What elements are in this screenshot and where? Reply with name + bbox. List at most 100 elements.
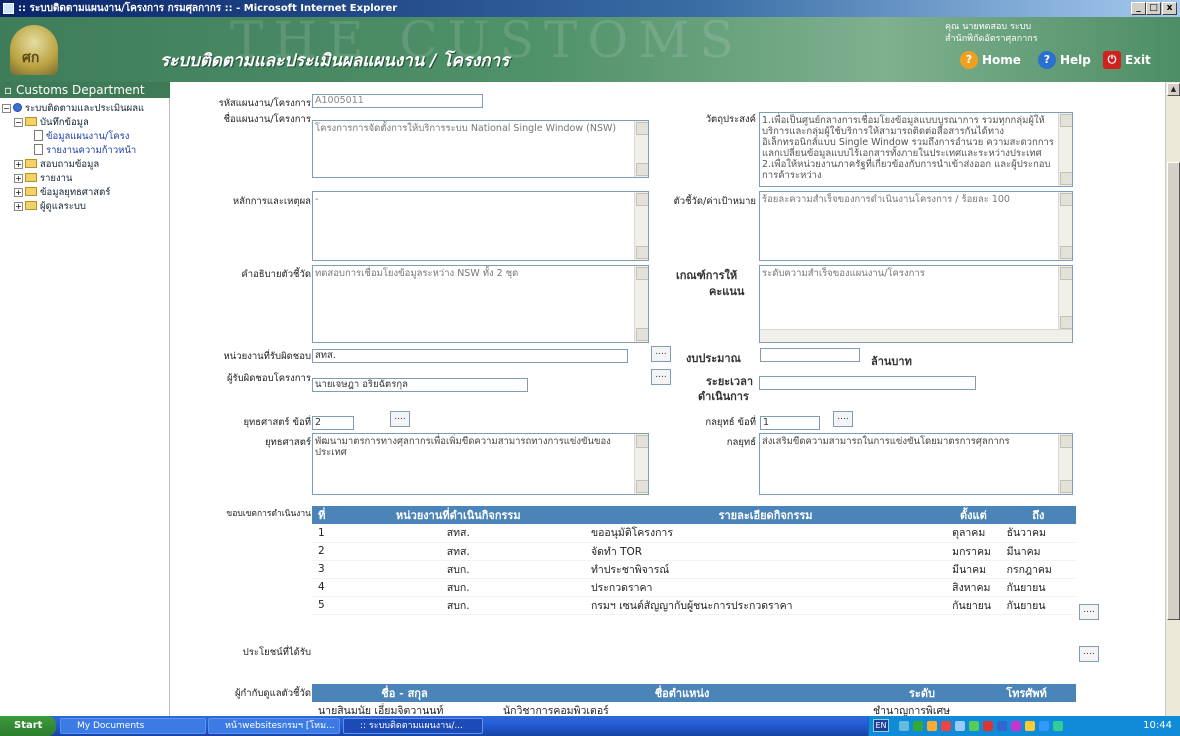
cell-unit: สทส. [331,542,585,561]
window-title: :: ระบบติดตามแผนงาน/โครงการ กรมศุลกากร :… [18,3,398,14]
help-icon: ? [1038,51,1056,69]
benefit-add-button[interactable]: .... [1079,646,1099,662]
responsible-unit-field[interactable]: สทส. [312,349,628,363]
criteria-field[interactable]: ระดับความสำเร็จของแผนงาน/โครงการ [759,265,1073,343]
objective-field[interactable]: 1.เพื่อเป็นศูนย์กลางการเชื่อมโยงข้อมูลแบ… [759,112,1073,187]
scope-table: ที่ หน่วยงานที่ดำเนินกิจกรรม รายละเอียดก… [312,506,1076,615]
cell-phone [977,702,1076,716]
supervisor-label: ผู้กำกับดูแลตัวชี้วัด [234,688,311,699]
tree-item-query[interactable]: + สอบถามข้อมูล [14,157,99,172]
scope-label: ขอบเขตการดำเนินงาน [226,509,311,519]
volume-icon[interactable] [927,721,937,731]
col-phone: โทรศัพท์ [977,684,1076,702]
app-banner: THE CUSTOMS ศก ระบบติดตามและประเมินผลแผน… [0,17,1180,82]
security-icon[interactable] [913,721,923,731]
project-owner-field[interactable]: นายเจษฎา อริยฉัตรกุล [312,378,528,392]
tactic-label: กลยุทธ์ [726,437,756,448]
project-name-field[interactable]: โครงการการจัดตั้งการให้บริการระบบ Nation… [312,120,649,178]
duration-field[interactable] [759,376,976,390]
tactic-field[interactable]: ส่งเสริมขีดความสามารถในการแข่งขันโดยมาตร… [759,433,1073,495]
tree-item-project-data[interactable]: ข้อมูลแผนงาน/โครง [34,129,168,144]
cell-to: ธันวาคม [1000,524,1076,543]
browser-window: :: ระบบติดตามแผนงาน/โครงการ กรมศุลกากร :… [0,0,1180,736]
indicator-desc-field[interactable]: ทดสอบการเชื่อมโยงข้อมูลระหว่าง NSW ทั้ง … [312,265,649,343]
folder-icon [25,173,37,182]
strategy-no-label: ยุทธศาสตร์ ข้อที่ [243,417,311,428]
tree-root[interactable]: − ระบบติดตามและประเมินผลแ [2,101,168,116]
expand-icon[interactable]: + [14,202,23,211]
table-row: 4 สบก. ประกวดราคา สิงหาคม กันยายน [312,578,1076,597]
display-icon[interactable] [955,721,965,731]
textarea-scrollbar[interactable] [634,121,648,177]
responsible-unit-lookup-button[interactable]: .... [651,346,671,362]
page-scrollbar[interactable]: ▲ [1165,82,1180,716]
tree-item-report[interactable]: + รายงาน [14,171,72,186]
cell-from: สิงหาคม [946,578,1001,597]
task-website[interactable]: หน้าwebsitesกรมฯ [โหม... [208,718,340,734]
exit-link[interactable]: ⏻ Exit [1103,51,1151,69]
scroll-thumb[interactable] [1167,162,1180,620]
antivirus-icon[interactable] [941,721,951,731]
task-ie-active[interactable]: :: ระบบติดตามแผนงาน/... [343,718,483,734]
tree-item-admin[interactable]: + ผู้ดูแลระบบ [14,199,86,214]
textarea-hscrollbar[interactable] [760,329,1072,342]
home-icon: ? [960,51,978,69]
maximize-button[interactable]: □ [1146,2,1161,15]
project-code-field[interactable]: A1005011 [312,94,483,108]
textarea-scrollbar[interactable] [1058,192,1072,260]
strategy-lookup-button[interactable]: .... [390,411,410,427]
collapse-icon[interactable]: − [14,118,23,127]
textarea-scrollbar[interactable] [1058,266,1072,330]
update-icon[interactable] [969,721,979,731]
alert-icon[interactable] [983,721,993,731]
home-link[interactable]: ? Home [960,51,1021,69]
tactic-no-field[interactable]: 1 [760,416,820,430]
tree-item-progress-report[interactable]: รายงานความก้าวหน้า [34,143,168,158]
scope-add-button[interactable]: .... [1079,604,1099,620]
expand-icon[interactable]: + [14,188,23,197]
minimize-button[interactable]: _ [1131,2,1146,15]
shield-icon[interactable] [1025,721,1035,731]
cell-detail: ทำประชาพิจารณ์ [584,560,947,579]
cell-detail: ขออนุมัติโครงการ [584,524,947,543]
tree-item-strategy[interactable]: + ข้อมูลยุทธศาสตร์ [14,185,110,200]
lang-indicator[interactable]: EN [873,719,889,732]
project-owner-lookup-button[interactable]: .... [651,369,671,385]
messenger-icon[interactable] [1011,721,1021,731]
cell-level: ชำนาญการพิเศษ [867,702,977,716]
tree-item-record[interactable]: − บันทึกข้อมูล [14,115,89,130]
supervisor-table-header: ชื่อ - สกุล ชื่อตำแหน่ง ระดับ โทรศัพท์ [312,684,1076,702]
network-icon[interactable] [899,721,909,731]
close-button[interactable]: x [1162,2,1177,15]
principle-field[interactable]: - [312,191,649,261]
col-position: ชื่อตำแหน่ง [497,684,867,702]
project-code-label: รหัสแผนงาน/โครงการ [218,98,311,109]
expand-icon[interactable]: + [14,160,23,169]
expand-icon[interactable]: + [14,174,23,183]
budget-field[interactable] [760,348,860,362]
collapse-icon[interactable]: − [2,104,11,113]
user-office: สำนักพิกัดอัตราศุลกากร [945,34,1038,44]
indicator-field[interactable]: ร้อยละความสำเร็จของการดำเนินงานโครงการ /… [759,191,1073,261]
textarea-scrollbar[interactable] [1058,113,1072,186]
textarea-scrollbar[interactable] [1058,434,1072,494]
table-row: นายสินมนัย เอี่ยมจิตวานนท์ นักวิชาการคอมพ… [312,702,1076,716]
cell-unit: สบก. [331,596,585,615]
scroll-up-arrow[interactable]: ▲ [1167,83,1180,96]
tactic-lookup-button[interactable]: .... [833,411,853,427]
sync-icon[interactable] [1053,721,1063,731]
folder-icon [25,201,37,210]
textarea-scrollbar[interactable] [634,266,648,342]
help-link[interactable]: ? Help [1038,51,1091,69]
strategy-field[interactable]: พัฒนามาตรการทางศุลกากรเพื่อเพิ่มขีดความส… [312,433,649,495]
app-icon[interactable] [997,721,1007,731]
start-button[interactable]: Start [0,716,56,736]
project-form: รหัสแผนงาน/โครงการ A1005011 ชื่อแผนงาน/โ… [171,82,1165,716]
task-my-documents[interactable]: My Documents [60,718,206,734]
bluetooth-icon[interactable] [1039,721,1049,731]
document-icon [34,144,43,155]
user-info: คุณ นายทดสอบ ระบบ สำนักพิกัดอัตราศุลกากร [945,21,1038,45]
cell-unit: สบก. [331,578,585,597]
cell-unit: สทส. [331,524,585,543]
strategy-no-field[interactable]: 2 [312,416,354,430]
